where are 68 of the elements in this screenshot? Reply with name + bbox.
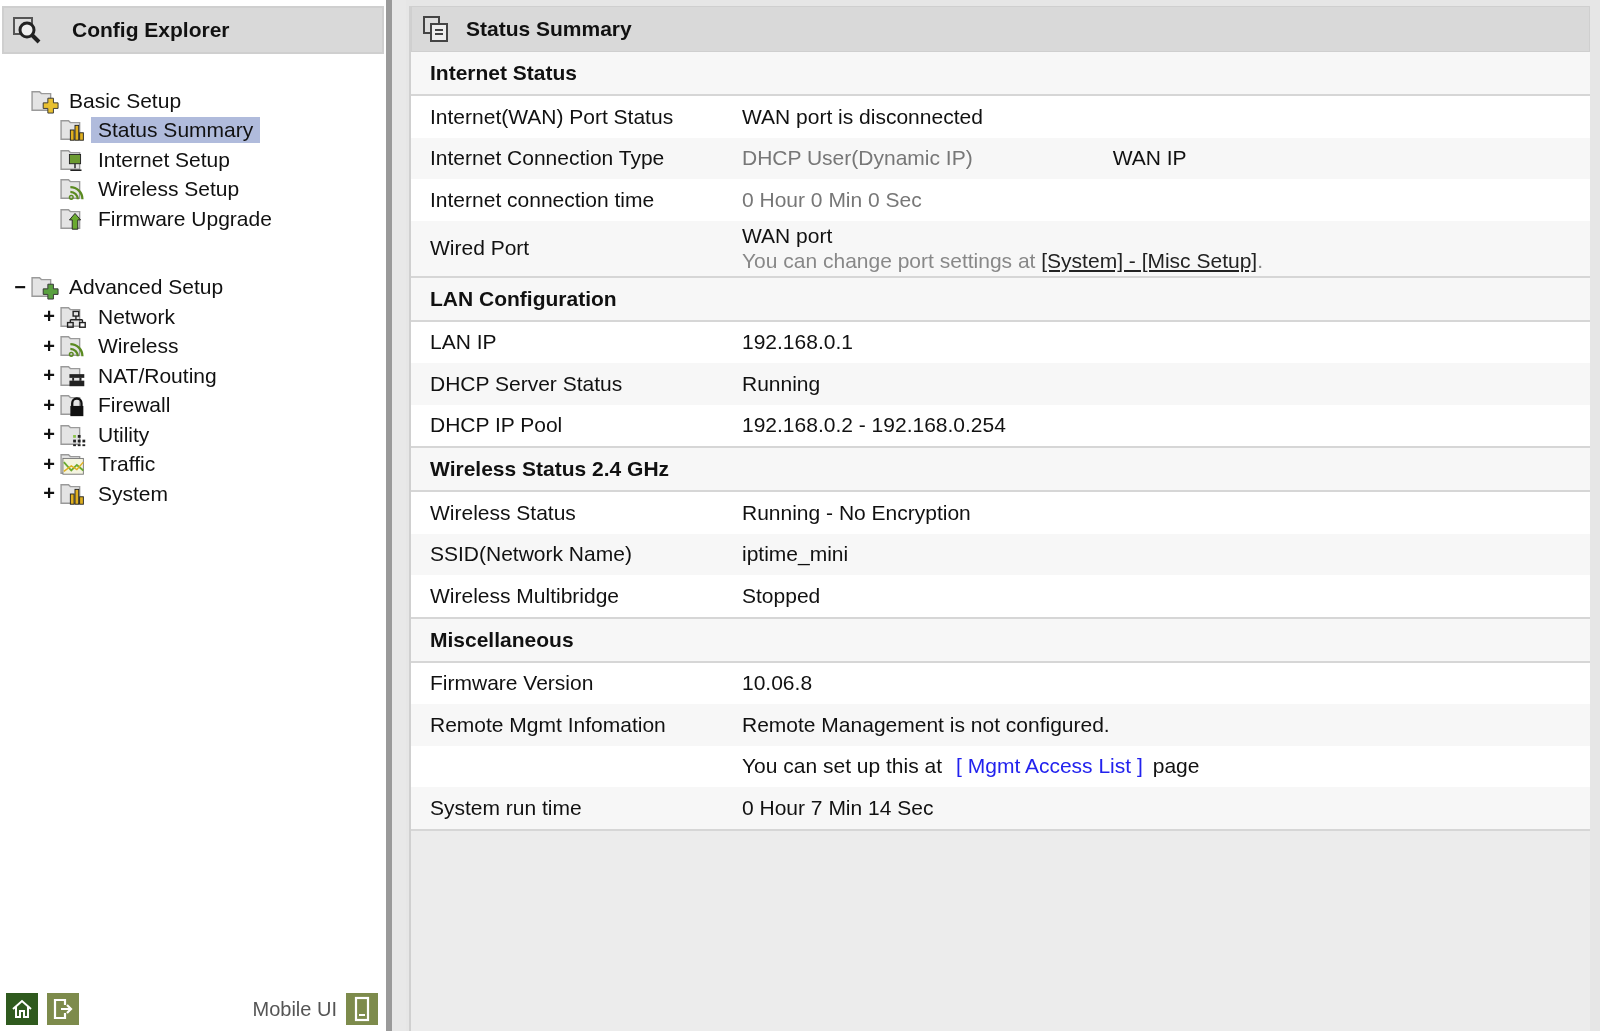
section-header: LAN Configuration <box>411 277 1590 322</box>
field-value: 0 Hour 7 Min 14 Sec <box>742 795 934 820</box>
magnifier-icon <box>12 15 42 45</box>
collapse-toggle[interactable]: − <box>10 275 30 299</box>
tree-item[interactable]: Traffic <box>91 451 163 478</box>
panel-title: Status Summary <box>466 17 632 41</box>
expand-toggle[interactable]: + <box>39 423 59 447</box>
field-label: WAN IP <box>1112 146 1187 171</box>
field-value: Remote Management is not configured. <box>742 712 1110 737</box>
field-label: LAN IP <box>429 330 498 355</box>
field-label: Wireless Multibridge <box>429 583 621 608</box>
field-value: 192.168.0.1 <box>742 330 853 355</box>
link[interactable]: [ Mgmt Access List ] <box>956 754 1143 779</box>
tree-item[interactable]: Wireless <box>91 333 186 360</box>
tree-item[interactable]: Status Summary <box>91 117 261 144</box>
home-button[interactable] <box>6 993 38 1025</box>
field-value: iptime_mini <box>742 542 849 567</box>
phone-icon <box>352 996 372 1022</box>
field-value: page <box>1152 754 1200 779</box>
mobile-ui-label: Mobile UI <box>252 997 337 1021</box>
expand-toggle[interactable]: + <box>39 393 59 417</box>
field-label: Wired Port <box>429 236 531 261</box>
field-value: DHCP User(Dynamic IP) <box>742 146 973 171</box>
section-header: Miscellaneous <box>411 618 1590 663</box>
field-value: Running - No Encryption <box>742 500 971 525</box>
tree-item[interactable]: Wireless Setup <box>91 176 247 203</box>
field-label: DHCP Server Status <box>429 371 624 396</box>
field-label: Internet(WAN) Port Status <box>429 104 675 129</box>
home-icon <box>10 997 34 1021</box>
tree-item[interactable]: System <box>91 480 175 507</box>
hint-text: You can change port settings at [System] - [Misc Setup]. <box>742 248 1263 272</box>
expand-toggle[interactable]: + <box>39 334 59 358</box>
tree-item[interactable]: Advanced Setup <box>62 274 231 301</box>
tree-item[interactable]: Firmware Upgrade <box>91 205 279 232</box>
field-label: Internet connection time <box>429 187 656 212</box>
expand-toggle[interactable]: + <box>39 305 59 329</box>
field-value: Running <box>742 371 821 396</box>
field-label: System run time <box>429 795 583 820</box>
tree-item[interactable]: Network <box>91 303 183 330</box>
tree-item[interactable]: Utility <box>91 421 157 448</box>
tree-item[interactable]: Basic Setup <box>62 87 189 114</box>
field-value: WAN port <box>742 223 833 248</box>
expand-toggle[interactable]: + <box>39 364 59 388</box>
field-label: Firmware Version <box>429 671 595 696</box>
expand-toggle[interactable]: + <box>39 482 59 506</box>
field-value: Stopped <box>742 583 821 608</box>
field-label: Remote Mgmt Infomation <box>429 712 667 737</box>
field-value: 10.06.8 <box>742 671 813 696</box>
field-value: 192.168.0.2 - 192.168.0.254 <box>742 413 1006 438</box>
tree-item[interactable]: NAT/Routing <box>91 362 224 389</box>
field-value: You can set up this at <box>742 754 943 779</box>
field-value: WAN port is disconnected <box>742 104 983 129</box>
tree-item[interactable]: Firewall <box>91 392 178 419</box>
panel-title: Config Explorer <box>72 18 230 42</box>
logout-button[interactable] <box>47 993 79 1025</box>
link[interactable]: [System] - [Misc Setup] <box>1041 248 1258 272</box>
section-header: Wireless Status 2.4 GHz <box>411 448 1590 493</box>
pages-icon <box>422 15 450 43</box>
expand-toggle[interactable]: + <box>39 452 59 476</box>
mobile-ui-button[interactable] <box>346 993 378 1025</box>
field-label: Internet Connection Type <box>429 146 666 171</box>
tree-item[interactable]: Internet Setup <box>91 146 237 173</box>
field-value: 0 Hour 0 Min 0 Sec <box>742 187 922 212</box>
logout-icon <box>51 997 75 1021</box>
section-header: Internet Status <box>411 52 1590 96</box>
field-label: Wireless Status <box>429 500 577 525</box>
field-label: DHCP IP Pool <box>429 413 564 438</box>
field-label: SSID(Network Name) <box>429 542 633 567</box>
